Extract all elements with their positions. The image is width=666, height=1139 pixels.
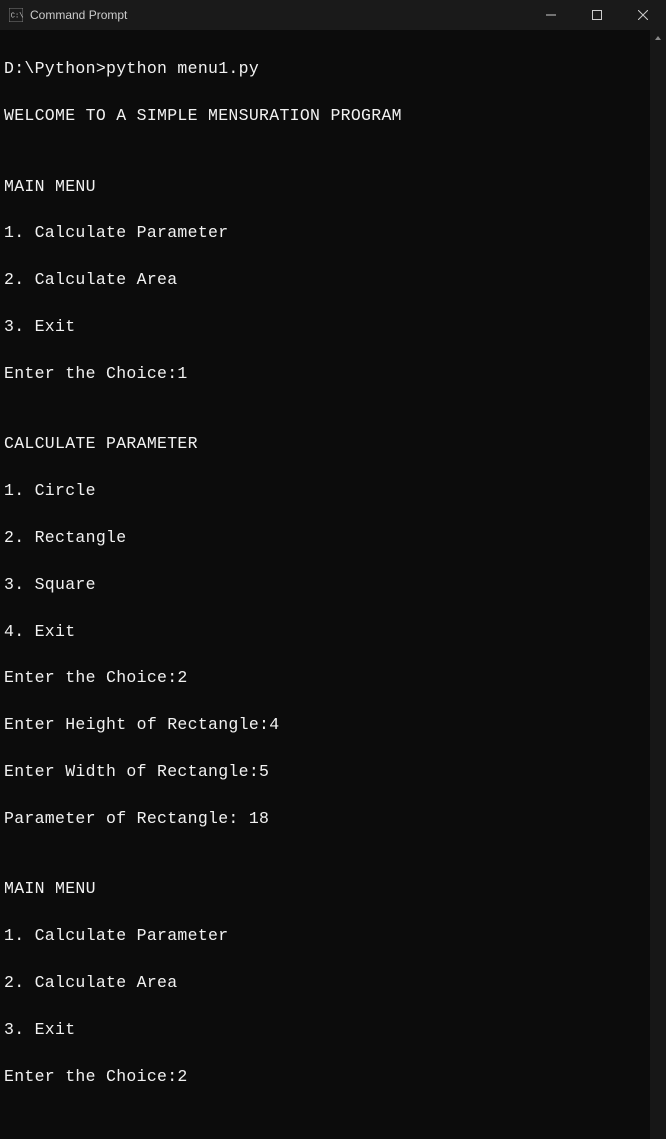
terminal-line: 2. Calculate Area [4, 268, 650, 291]
terminal-line: 2. Rectangle [4, 526, 650, 549]
close-button[interactable] [620, 0, 666, 30]
window-titlebar: C:\ Command Prompt [0, 0, 666, 30]
vertical-scrollbar[interactable] [650, 30, 666, 1139]
terminal-line: WELCOME TO A SIMPLE MENSURATION PROGRAM [4, 104, 650, 127]
terminal-line: Enter the Choice:1 [4, 362, 650, 385]
terminal-line: 1. Calculate Parameter [4, 221, 650, 244]
terminal-line: MAIN MENU [4, 175, 650, 198]
window-title: Command Prompt [30, 8, 528, 22]
terminal-line: 4. Exit [4, 620, 650, 643]
terminal-line: Enter the Choice:2 [4, 1065, 650, 1088]
terminal-line: Enter Width of Rectangle:5 [4, 760, 650, 783]
svg-text:C:\: C:\ [11, 13, 23, 21]
window-controls [528, 0, 666, 30]
terminal-line: Enter the Choice:2 [4, 666, 650, 689]
terminal-output: D:\Python>python menu1.py WELCOME TO A S… [0, 30, 650, 1139]
cmd-icon: C:\ [8, 7, 24, 23]
terminal-line: CALCULATE PARAMETER [4, 432, 650, 455]
terminal-area[interactable]: D:\Python>python menu1.py WELCOME TO A S… [0, 30, 666, 1139]
terminal-line: Enter Height of Rectangle:4 [4, 713, 650, 736]
terminal-line: 3. Exit [4, 1018, 650, 1041]
terminal-line: 1. Circle [4, 479, 650, 502]
terminal-line: D:\Python>python menu1.py [4, 57, 650, 80]
terminal-line: 3. Exit [4, 315, 650, 338]
scroll-up-arrow[interactable] [650, 30, 666, 46]
terminal-line: 1. Calculate Parameter [4, 924, 650, 947]
terminal-line: Parameter of Rectangle: 18 [4, 807, 650, 830]
terminal-line: 3. Square [4, 573, 650, 596]
maximize-button[interactable] [574, 0, 620, 30]
minimize-button[interactable] [528, 0, 574, 30]
terminal-line: MAIN MENU [4, 877, 650, 900]
terminal-line: 2. Calculate Area [4, 971, 650, 994]
